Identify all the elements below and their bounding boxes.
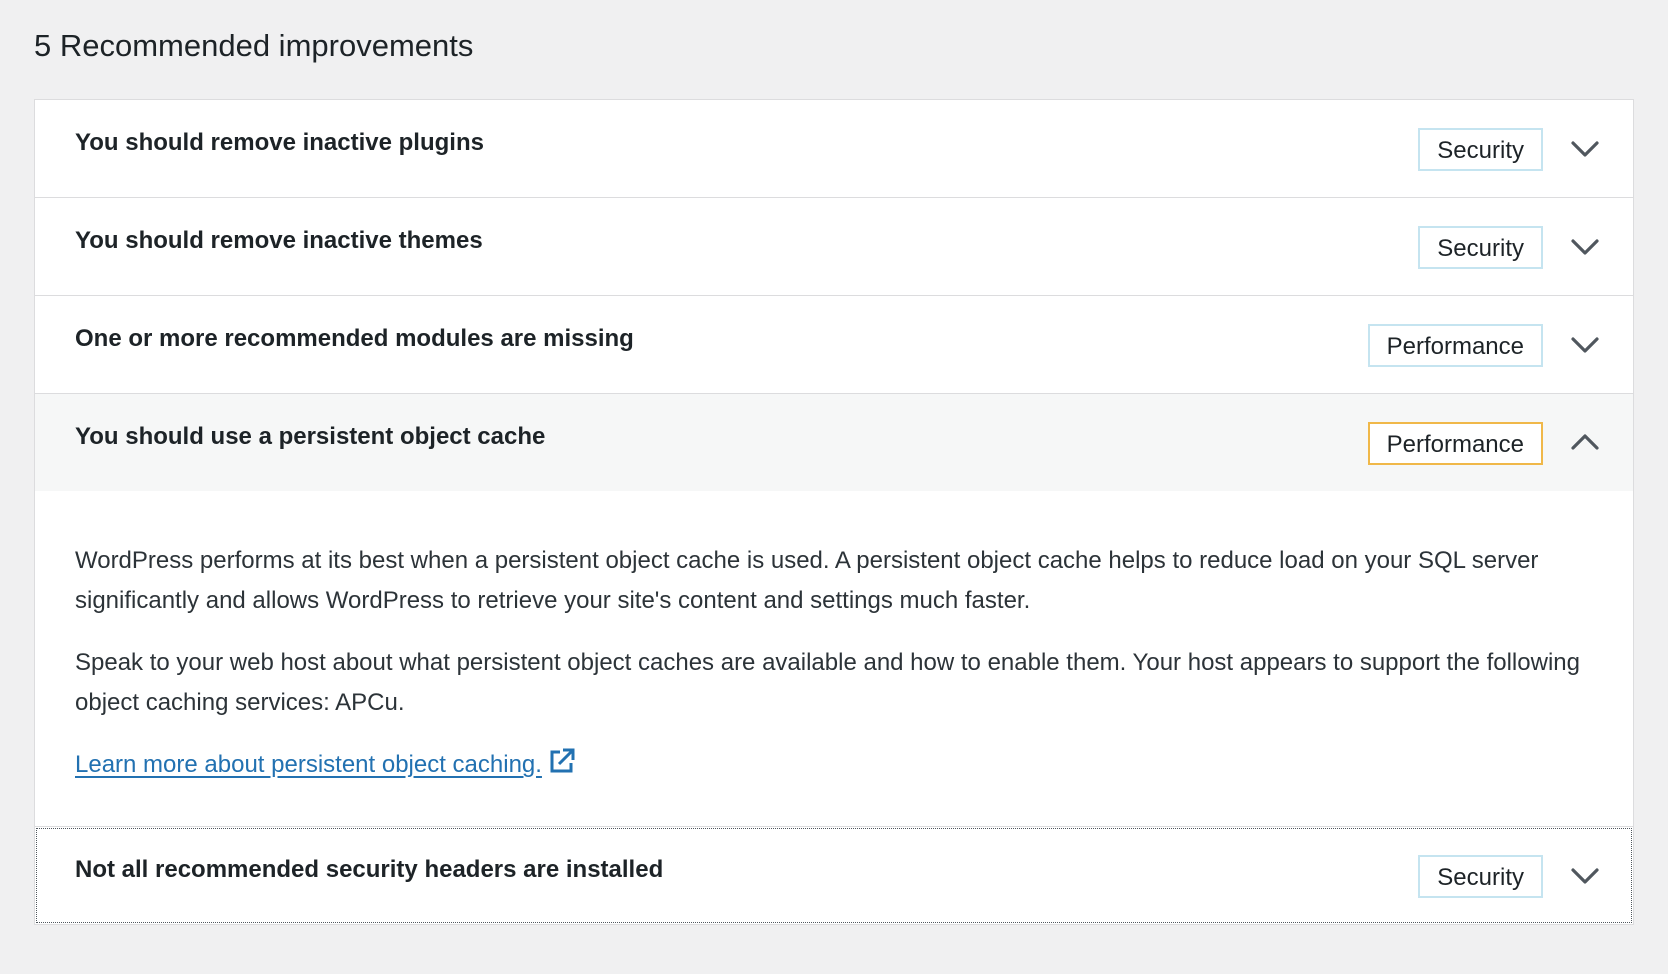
accordion-toggle-inactive-plugins[interactable]: You should remove inactive plugins Secur… — [35, 100, 1633, 197]
learn-more-row: Learn more about persistent object cachi… — [75, 745, 1593, 788]
accordion-title: You should remove inactive plugins — [75, 129, 484, 156]
accordion-title: You should remove inactive themes — [75, 227, 483, 254]
chevron-down-icon[interactable] — [1567, 326, 1603, 362]
accordion-item-inactive-themes: You should remove inactive themes Securi… — [35, 197, 1633, 295]
chevron-down-icon[interactable] — [1567, 130, 1603, 166]
accordion-item-security-headers: Not all recommended security headers are… — [35, 826, 1633, 924]
category-badge-security: Security — [1418, 855, 1543, 898]
accordion-title: You should use a persistent object cache — [75, 423, 546, 450]
category-badge-security: Security — [1418, 128, 1543, 171]
improvements-accordion: You should remove inactive plugins Secur… — [34, 99, 1634, 925]
accordion-item-missing-modules: One or more recommended modules are miss… — [35, 295, 1633, 393]
page-title: 5 Recommended improvements — [34, 28, 474, 63]
chevron-down-icon[interactable] — [1567, 857, 1603, 893]
learn-more-link-text: Learn more about persistent object cachi… — [75, 751, 542, 778]
accordion-toggle-inactive-themes[interactable]: You should remove inactive themes Securi… — [35, 198, 1633, 295]
external-link-icon[interactable] — [548, 747, 576, 788]
accordion-title: Not all recommended security headers are… — [75, 856, 664, 883]
category-badge-performance: Performance — [1367, 422, 1543, 465]
chevron-up-icon[interactable] — [1567, 424, 1603, 460]
category-badge-performance: Performance — [1367, 324, 1543, 367]
accordion-item-inactive-plugins: You should remove inactive plugins Secur… — [35, 100, 1633, 197]
accordion-toggle-object-cache[interactable]: You should use a persistent object cache… — [35, 394, 1633, 491]
accordion-toggle-missing-modules[interactable]: One or more recommended modules are miss… — [35, 296, 1633, 393]
category-badge-security: Security — [1418, 226, 1543, 269]
learn-more-link[interactable]: Learn more about persistent object cachi… — [75, 751, 542, 778]
chevron-down-icon[interactable] — [1567, 228, 1603, 264]
description-paragraph: WordPress performs at its best when a pe… — [75, 547, 1539, 614]
accordion-title: One or more recommended modules are miss… — [75, 325, 634, 352]
accordion-item-object-cache: You should use a persistent object cache… — [35, 393, 1633, 826]
accordion-panel-object-cache: WordPress performs at its best when a pe… — [35, 491, 1633, 826]
accordion-toggle-security-headers[interactable]: Not all recommended security headers are… — [35, 827, 1633, 924]
description-paragraph: Speak to your web host about what persis… — [75, 649, 1580, 716]
